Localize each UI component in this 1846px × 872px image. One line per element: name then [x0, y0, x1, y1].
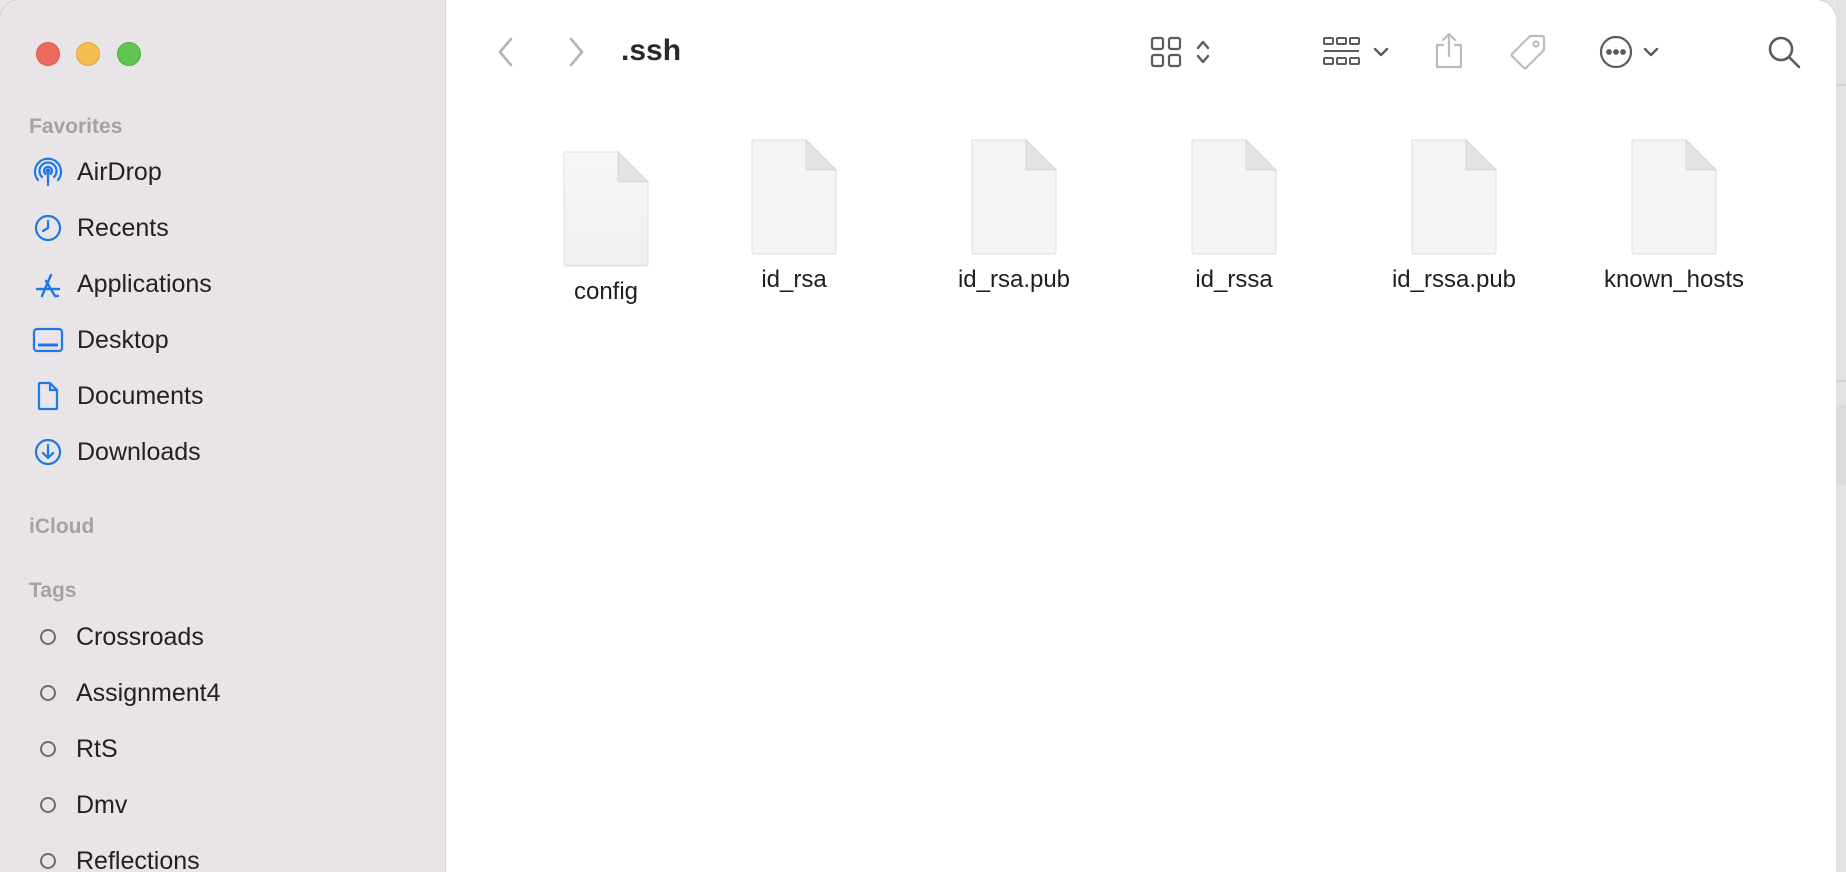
- share-button[interactable]: [1424, 28, 1474, 74]
- finder-window: Favorites AirDrop Recents Applications D…: [0, 0, 1836, 872]
- close-window-button[interactable]: [36, 42, 60, 66]
- chevron-right-icon: [569, 37, 584, 67]
- sidebar-tag-dmv[interactable]: Dmv: [30, 783, 430, 827]
- sidebar-item-label: RtS: [76, 734, 118, 763]
- sidebar-item-recents[interactable]: Recents: [30, 206, 430, 250]
- sidebar: Favorites AirDrop Recents Applications D…: [0, 0, 446, 872]
- view-mode-button[interactable]: [1140, 30, 1220, 74]
- chevron-down-icon: [1643, 47, 1659, 57]
- tag-circle-icon: [40, 853, 56, 869]
- sidebar-item-label: Desktop: [77, 325, 169, 354]
- tags-header: Tags: [29, 579, 77, 602]
- file-name: id_rsa: [761, 266, 827, 293]
- document-icon: [30, 378, 66, 414]
- sidebar-tag-rts[interactable]: RtS: [30, 727, 430, 771]
- tag-button[interactable]: [1503, 30, 1553, 74]
- sidebar-item-label: Recents: [77, 213, 169, 242]
- file-name: id_rssa: [1195, 266, 1273, 293]
- icloud-header: iCloud: [29, 515, 95, 538]
- file-name: id_rssa.pub: [1391, 266, 1517, 293]
- background-window-edge: [1836, 0, 1846, 872]
- sidebar-item-label: Assignment4: [76, 678, 221, 707]
- back-button[interactable]: [486, 30, 526, 74]
- file-item-id-rssa[interactable]: id_rssa: [1134, 138, 1334, 294]
- window-title: .ssh: [621, 34, 682, 67]
- file-name: known_hosts: [1603, 266, 1745, 293]
- sidebar-item-label: Downloads: [77, 437, 201, 466]
- search-icon: [1768, 36, 1801, 69]
- sidebar-item-label: Applications: [77, 269, 212, 298]
- sidebar-item-label: AirDrop: [77, 157, 162, 186]
- file-item-id-rsa-pub[interactable]: id_rsa.pub: [914, 138, 1114, 294]
- sidebar-item-label: Documents: [77, 381, 204, 410]
- chevron-left-icon: [498, 37, 513, 67]
- file-item-id-rssa-pub[interactable]: id_rssa.pub: [1354, 138, 1554, 294]
- document-file-icon: [1411, 138, 1498, 255]
- sidebar-item-applications[interactable]: Applications: [30, 262, 430, 306]
- favorites-header: Favorites: [29, 115, 123, 138]
- file-name: id_rsa.pub: [957, 266, 1071, 293]
- airdrop-icon: [30, 154, 66, 190]
- grid-view-icon: [1150, 36, 1182, 68]
- clock-icon: [30, 210, 66, 246]
- document-file-icon: [751, 138, 838, 255]
- document-file-icon: [1191, 138, 1278, 255]
- forward-button[interactable]: [556, 30, 596, 74]
- main-content: config id_rsa id_rsa.pub id_rssa id_rssa…: [446, 0, 1836, 872]
- sidebar-item-label: Dmv: [76, 790, 128, 819]
- group-icon: [1323, 37, 1360, 65]
- file-item-config[interactable]: config: [506, 150, 706, 306]
- sidebar-item-desktop[interactable]: Desktop: [30, 318, 430, 362]
- file-item-known-hosts[interactable]: known_hosts: [1574, 138, 1774, 294]
- sidebar-item-label: Crossroads: [76, 622, 204, 651]
- minimize-window-button[interactable]: [76, 42, 100, 66]
- file-name: config: [573, 278, 639, 305]
- sidebar-tag-crossroads[interactable]: Crossroads: [30, 615, 430, 659]
- chevron-down-icon: [1373, 47, 1389, 57]
- document-file-icon: [971, 138, 1058, 255]
- ellipsis-icon: [1599, 35, 1633, 69]
- group-button[interactable]: [1316, 30, 1396, 74]
- desktop-icon: [30, 322, 66, 358]
- applications-icon: [30, 266, 66, 302]
- tag-circle-icon: [40, 741, 56, 757]
- search-button[interactable]: [1760, 30, 1808, 74]
- sidebar-tag-reflections[interactable]: Reflections: [30, 839, 430, 872]
- download-icon: [30, 434, 66, 470]
- file-item-id-rsa[interactable]: id_rsa: [694, 138, 894, 294]
- document-file-icon: [1631, 138, 1718, 255]
- tag-circle-icon: [40, 797, 56, 813]
- share-icon: [1435, 32, 1463, 69]
- sidebar-item-label: Reflections: [76, 846, 200, 872]
- document-file-icon: [563, 150, 650, 267]
- sidebar-item-documents[interactable]: Documents: [30, 374, 430, 418]
- tag-circle-icon: [40, 685, 56, 701]
- more-actions-button[interactable]: [1589, 30, 1669, 74]
- zoom-window-button[interactable]: [117, 42, 141, 66]
- tag-circle-icon: [40, 629, 56, 645]
- tag-icon: [1510, 34, 1546, 70]
- sidebar-tag-assignment4[interactable]: Assignment4: [30, 671, 430, 715]
- sidebar-item-airdrop[interactable]: AirDrop: [30, 150, 430, 194]
- sidebar-item-downloads[interactable]: Downloads: [30, 430, 430, 474]
- up-down-chevron-icon: [1196, 40, 1210, 64]
